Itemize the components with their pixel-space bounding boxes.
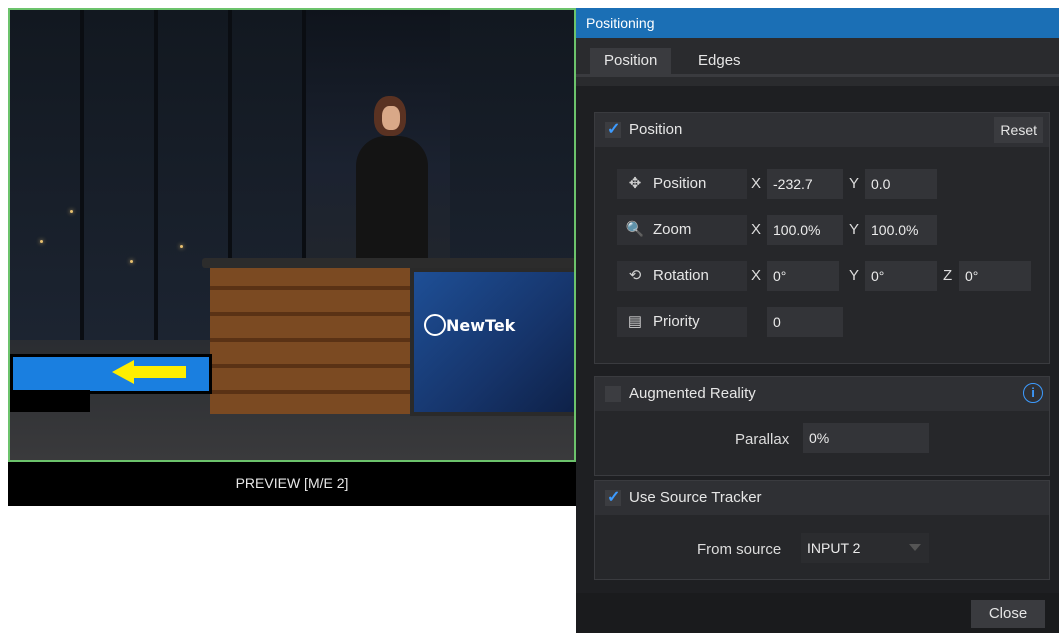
lower-third-underlay	[10, 390, 90, 412]
zoom-y-axis: Y	[849, 221, 860, 238]
use-source-tracker-checkbox[interactable]	[605, 487, 621, 507]
zoom-x-field[interactable]: 100.0%	[767, 215, 843, 245]
city-light	[130, 260, 133, 263]
newtek-logo-icon	[424, 314, 446, 336]
rotation-y-axis: Y	[849, 267, 860, 284]
tracker-group-header: Use Source Tracker	[595, 481, 1049, 515]
move-icon: ✥	[628, 175, 642, 192]
tab-position[interactable]: Position	[590, 48, 672, 74]
rotation-x-field[interactable]: 0°	[767, 261, 839, 291]
left-arrow-icon	[112, 360, 186, 384]
rotation-z-field[interactable]: 0°	[959, 261, 1031, 291]
rotation-row-label: ⟲ Rotation	[617, 261, 747, 291]
preview-monitor: NewTek PREVIEW [M/E 2]	[8, 8, 576, 506]
ar-group-header: Augmented Reality i	[595, 377, 1049, 411]
from-source-label: From source	[697, 541, 782, 558]
position-group-header: Position Reset	[595, 113, 1049, 147]
city-light	[180, 245, 183, 248]
parallax-label: Parallax	[735, 431, 790, 448]
position-group: Position Reset ✥Position X -232.7 Y 0.0 …	[594, 112, 1050, 364]
position-x-field[interactable]: -232.7	[767, 169, 843, 199]
position-group-title: Position	[629, 121, 683, 138]
close-button[interactable]: Close	[971, 600, 1045, 628]
preview-video: NewTek	[8, 8, 576, 462]
position-label-text: Position	[653, 175, 707, 192]
tracker-group-title: Use Source Tracker	[629, 489, 762, 506]
rotation-icon: ⟲	[628, 267, 642, 284]
rotation-z-axis: Z	[943, 267, 953, 284]
news-desk: NewTek	[202, 258, 574, 418]
backdrop-window	[10, 10, 84, 340]
panel-titlebar[interactable]: Positioning	[576, 8, 1059, 38]
zoom-x-axis: X	[751, 221, 762, 238]
source-dropdown-value: INPUT 2	[807, 540, 861, 556]
zoom-y-field[interactable]: 100.0%	[865, 215, 937, 245]
position-checkbox[interactable]	[605, 119, 621, 139]
rotation-label-text: Rotation	[653, 267, 709, 284]
priority-label-text: Priority	[653, 313, 700, 330]
ar-group-title: Augmented Reality	[629, 385, 756, 402]
position-x-axis: X	[751, 175, 762, 192]
augmented-reality-checkbox[interactable]	[605, 386, 621, 402]
preview-label: PREVIEW [M/E 2]	[235, 475, 349, 491]
chevron-down-icon	[909, 544, 921, 551]
news-anchor	[356, 96, 428, 266]
layers-icon: ▤	[627, 313, 643, 330]
newtek-logo: NewTek	[446, 316, 516, 335]
tab-underline	[576, 74, 1059, 77]
parallax-field[interactable]: 0%	[803, 423, 929, 453]
city-light	[40, 240, 43, 243]
panel-title: Positioning	[586, 15, 655, 31]
zoom-row-label: 🔍 Zoom	[617, 215, 747, 245]
positioning-panel: Positioning Position Edges Position Rese…	[576, 8, 1059, 633]
source-tracker-group: Use Source Tracker From source INPUT 2	[594, 480, 1050, 580]
priority-field[interactable]: 0	[767, 307, 843, 337]
tab-bar: Position Edges	[576, 38, 1059, 86]
preview-label-bar: PREVIEW [M/E 2]	[8, 462, 576, 506]
position-y-field[interactable]: 0.0	[865, 169, 937, 199]
position-row-label: ✥ Position	[617, 169, 747, 199]
info-icon[interactable]: i	[1023, 383, 1043, 403]
rotation-x-axis: X	[751, 267, 762, 284]
zoom-icon: 🔍	[625, 221, 645, 238]
rotation-y-field[interactable]: 0°	[865, 261, 937, 291]
desk-screen	[410, 268, 574, 416]
reset-button[interactable]: Reset	[994, 117, 1043, 143]
zoom-label-text: Zoom	[653, 221, 692, 238]
backdrop-window	[84, 10, 158, 340]
position-y-axis: Y	[849, 175, 860, 192]
augmented-reality-group: Augmented Reality i Parallax 0%	[594, 376, 1050, 476]
city-light	[70, 210, 73, 213]
tab-edges[interactable]: Edges	[684, 48, 755, 74]
priority-row-label: ▤ Priority	[617, 307, 747, 337]
source-dropdown[interactable]: INPUT 2	[801, 533, 929, 563]
